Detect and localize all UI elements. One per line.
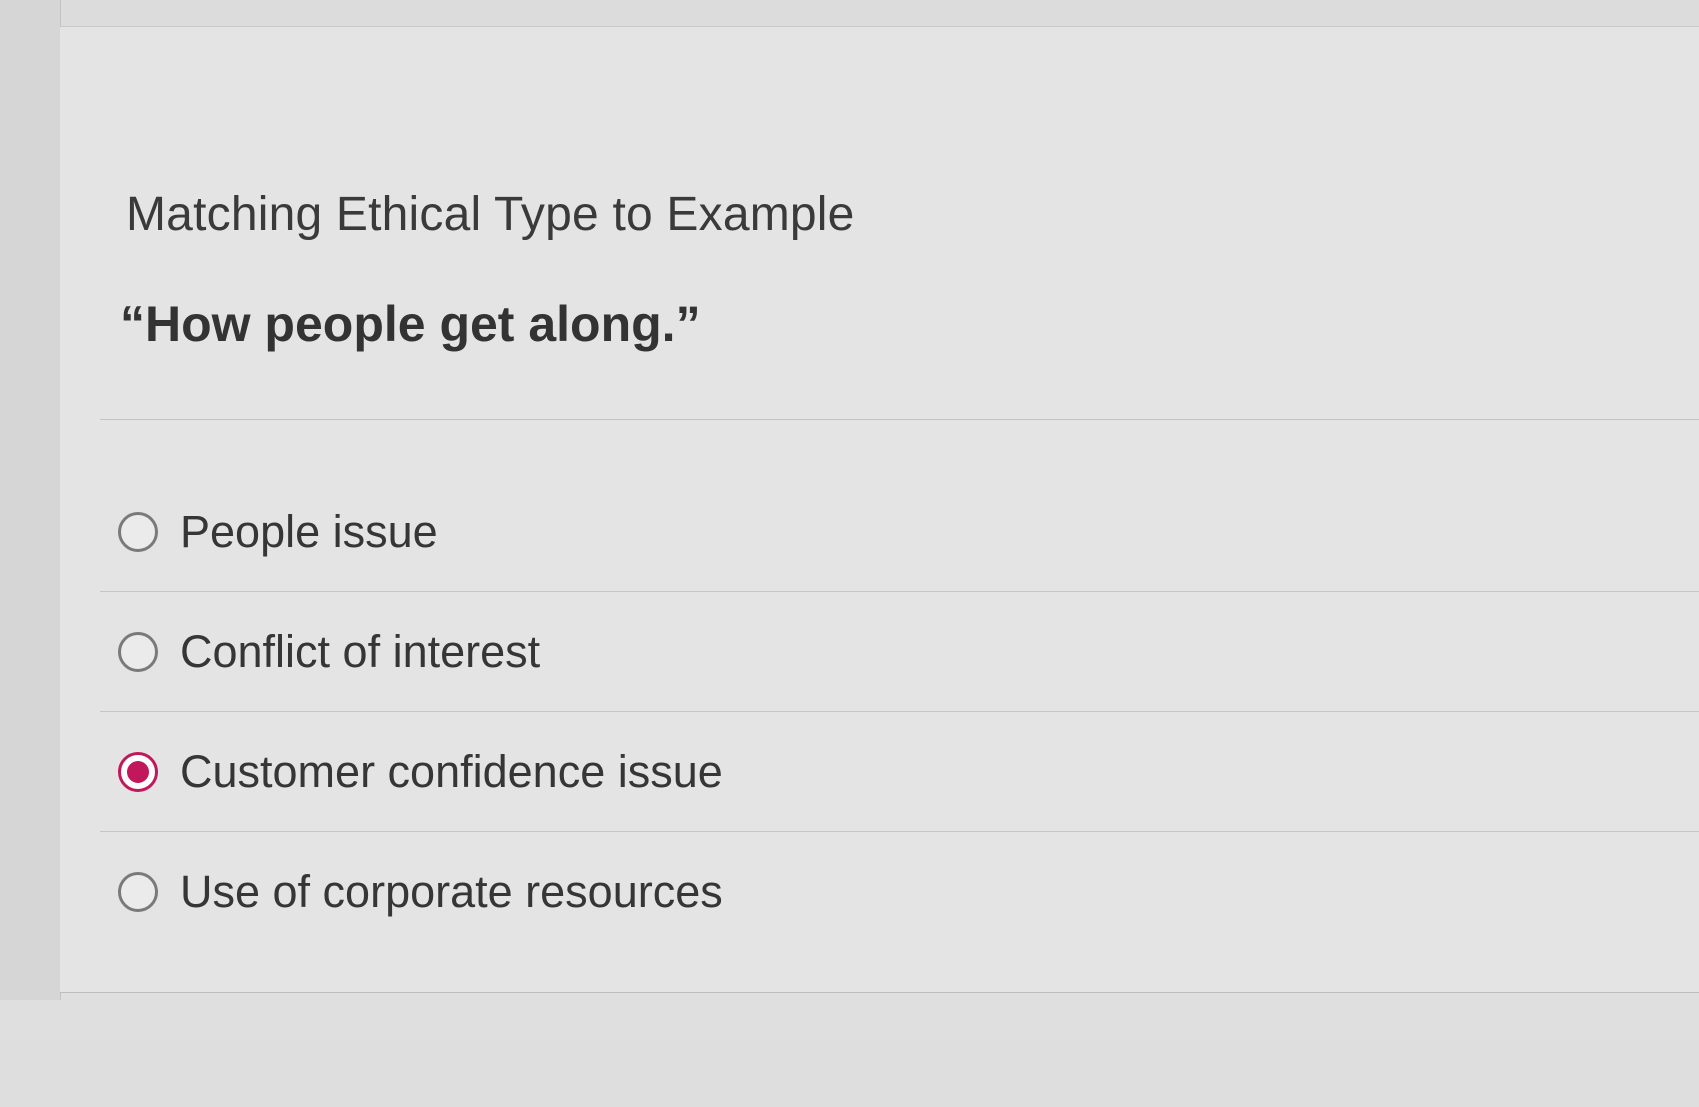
answer-option-customer-confidence-issue[interactable]: Customer confidence issue: [100, 712, 1699, 832]
radio-button-use-of-corporate-resources[interactable]: [118, 872, 158, 912]
answer-label[interactable]: Use of corporate resources: [180, 866, 723, 918]
prompt-divider: [100, 419, 1699, 420]
question-prompt: “How people get along.”: [120, 296, 701, 352]
radio-selected-dot-icon: [127, 761, 149, 783]
answer-label[interactable]: People issue: [180, 506, 438, 558]
left-gutter: [0, 0, 61, 1000]
question-title: Matching Ethical Type to Example: [126, 188, 855, 241]
radio-button-customer-confidence-issue-selected[interactable]: [118, 752, 158, 792]
answer-option-use-of-corporate-resources[interactable]: Use of corporate resources: [100, 832, 1699, 952]
radio-button-people-issue[interactable]: [118, 512, 158, 552]
answer-option-conflict-of-interest[interactable]: Conflict of interest: [100, 592, 1699, 712]
answer-label[interactable]: Customer confidence issue: [180, 746, 723, 798]
page: Matching Ethical Type to Example “How pe…: [0, 0, 1699, 1107]
radio-button-conflict-of-interest[interactable]: [118, 632, 158, 672]
question-card: Matching Ethical Type to Example “How pe…: [60, 26, 1699, 993]
answer-label[interactable]: Conflict of interest: [180, 626, 540, 678]
answer-option-people-issue[interactable]: People issue: [100, 472, 1699, 592]
answer-list: People issue Conflict of interest Custom…: [100, 472, 1699, 952]
